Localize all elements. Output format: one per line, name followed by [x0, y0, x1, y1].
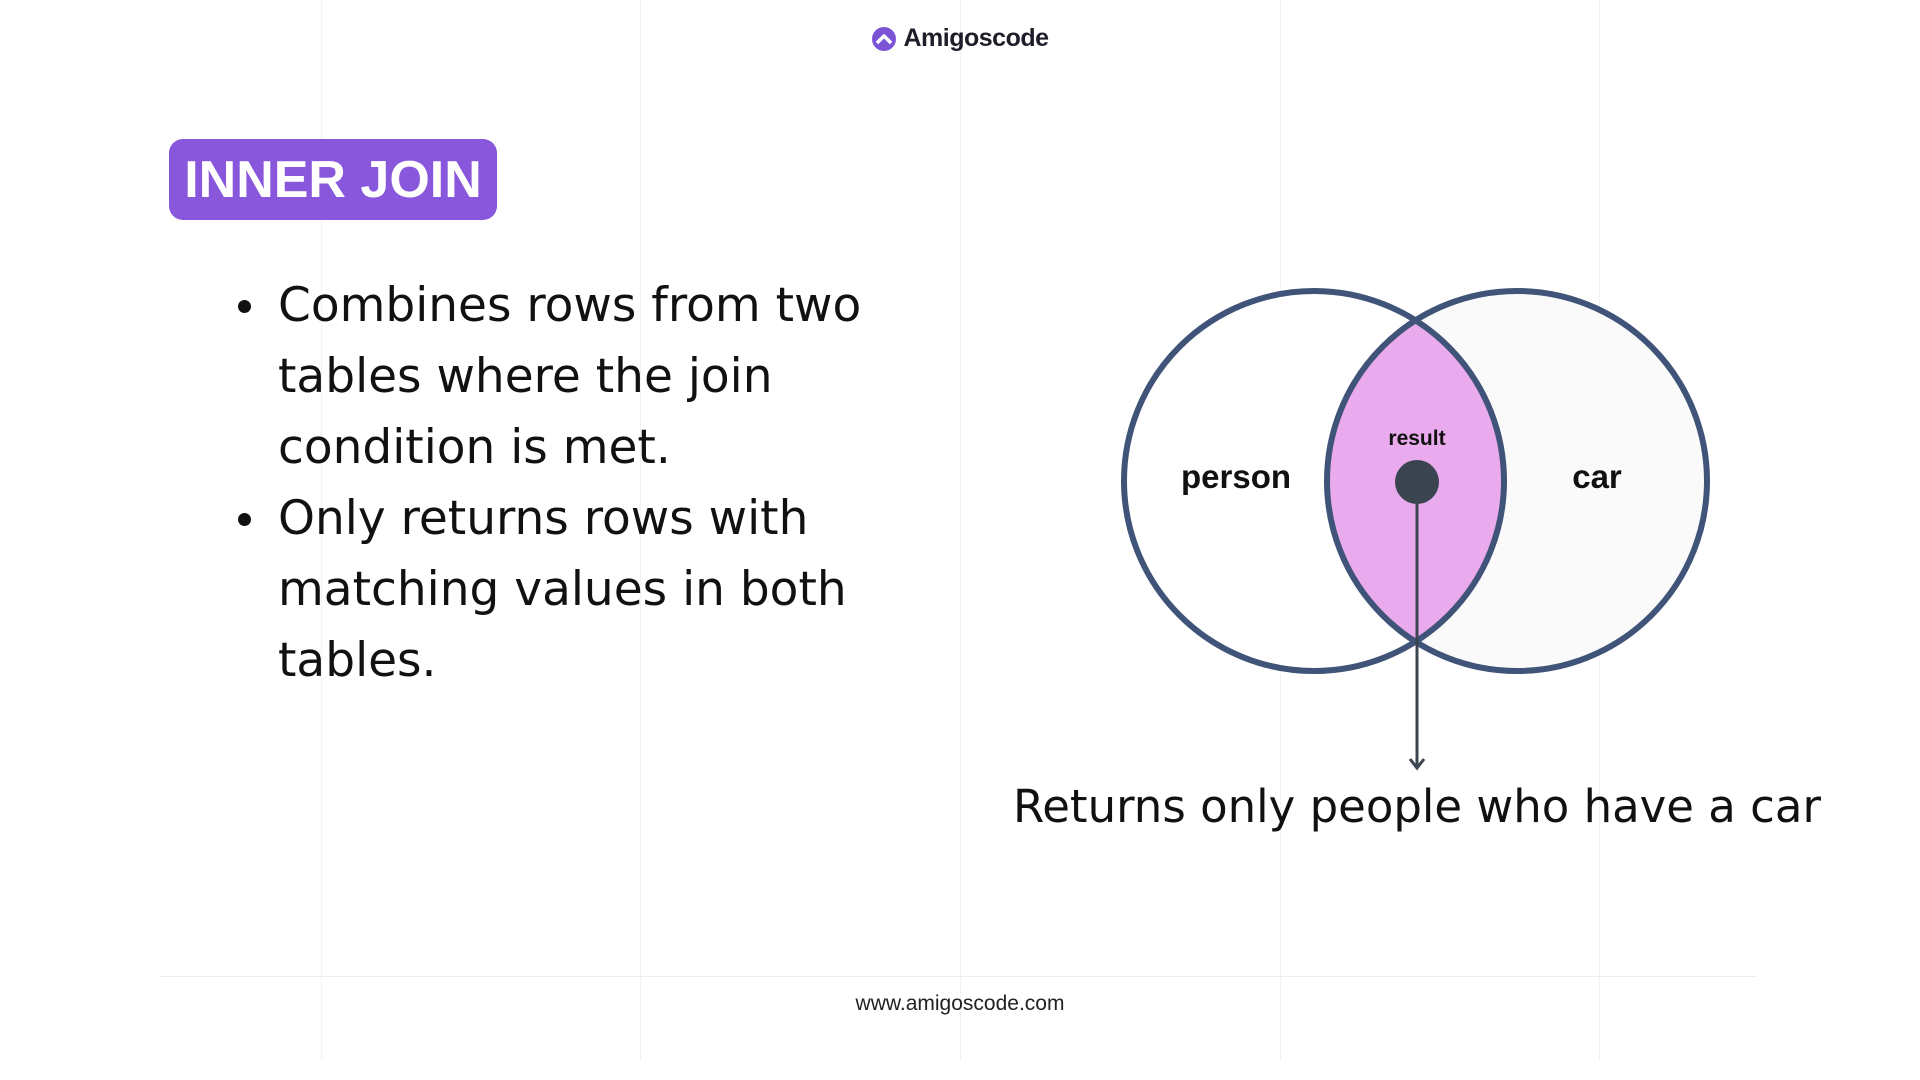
- right-label: car: [1572, 458, 1622, 495]
- left-label: person: [1181, 458, 1291, 495]
- footer-url: www.amigoscode.com: [855, 992, 1065, 1015]
- venn-diagram: person car result: [1121, 288, 1710, 771]
- intersection-label: result: [1388, 427, 1445, 450]
- diagram-caption: Returns only people who have a car: [1013, 780, 1821, 833]
- result-dot: [1395, 460, 1439, 504]
- footer-divider: [159, 976, 1757, 977]
